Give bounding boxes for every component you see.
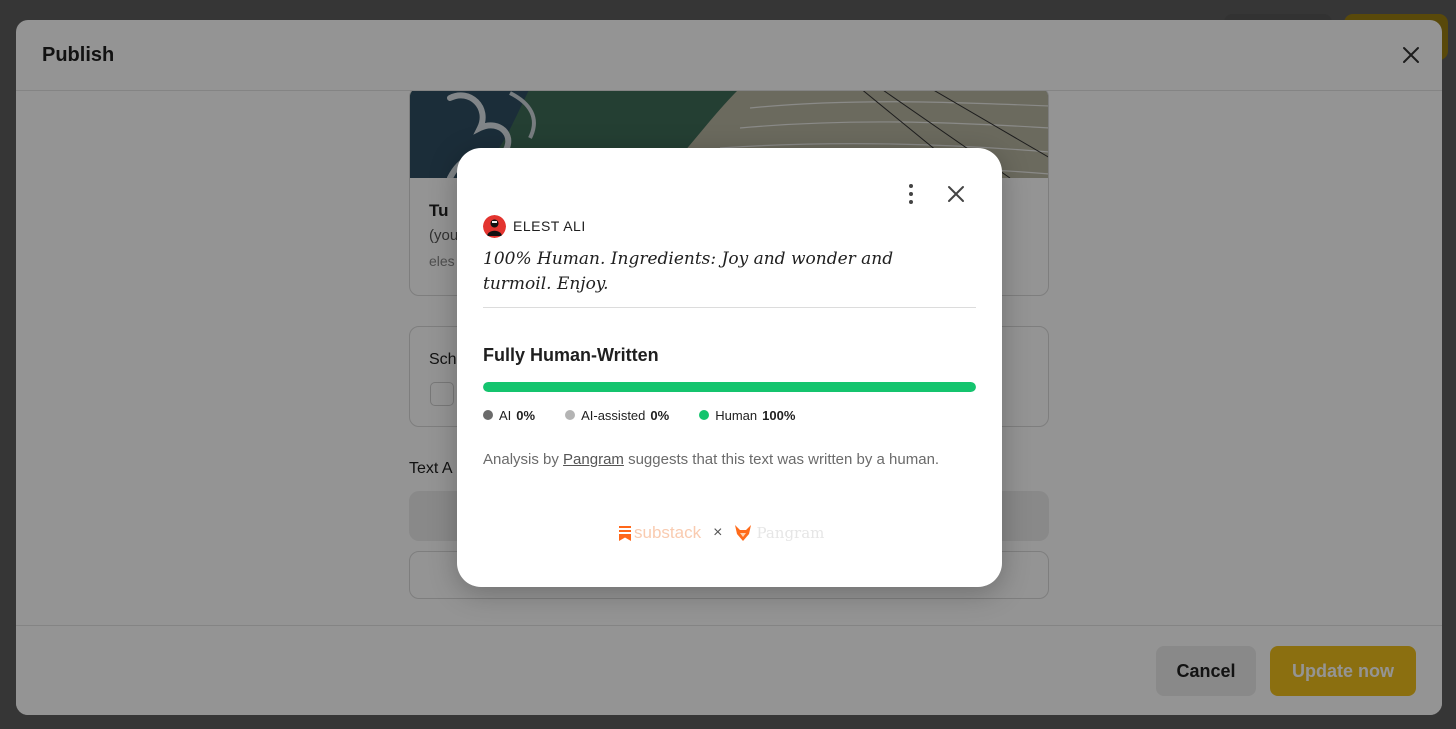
post-quote: 100% Human. Ingredients: Joy and wonder … [483,249,894,294]
analysis-text: Analysis by Pangram suggests that this t… [483,448,953,472]
pangram-logo: Pangram [734,524,824,542]
close-icon [948,186,964,202]
author-name: ELEST ALI [513,218,586,234]
dialog-close-button[interactable] [943,181,969,207]
substack-logo: substack [619,523,701,543]
divider [483,307,976,308]
legend-dot-ai [483,410,493,420]
more-options-button[interactable] [901,181,921,207]
legend-value: 0% [650,407,670,423]
fox-icon [735,525,752,541]
branding-row: substack × Pangram [619,521,824,545]
legend-dot-ai-assisted [565,410,576,420]
pangram-wordmark: Pangram [756,524,825,542]
legend-dot-human [699,410,710,420]
branding-separator: × [713,524,723,541]
pangram-result-dialog: ELEST ALI 100% Human. Ingredients: Joy a… [457,148,1002,587]
legend-value: 100% [762,407,796,423]
substack-icon [619,525,631,541]
author-avatar [483,214,506,238]
legend-label: AI [499,407,512,423]
legend-item-ai: AI 0% [483,408,535,423]
analysis-prefix: Analysis by [483,451,559,468]
human-score-bar [483,382,976,392]
legend-label: Human [715,407,758,423]
author-row[interactable]: ELEST ALI [483,214,586,238]
legend-item-human: Human 100% [699,408,795,423]
more-vertical-icon [909,184,913,204]
legend-label: AI-assisted [581,407,646,423]
analysis-suffix: suggests that this text was written by a… [628,451,940,468]
legend-value: 0% [516,407,536,423]
score-legend: AI 0% AI-assisted 0% Human 100% [483,406,825,424]
verdict-title: Fully Human-Written [483,345,659,365]
pangram-link[interactable]: Pangram [563,451,624,468]
human-score-fill [483,382,976,392]
legend-item-ai-assisted: AI-assisted 0% [565,408,669,423]
substack-wordmark: substack [634,523,702,542]
